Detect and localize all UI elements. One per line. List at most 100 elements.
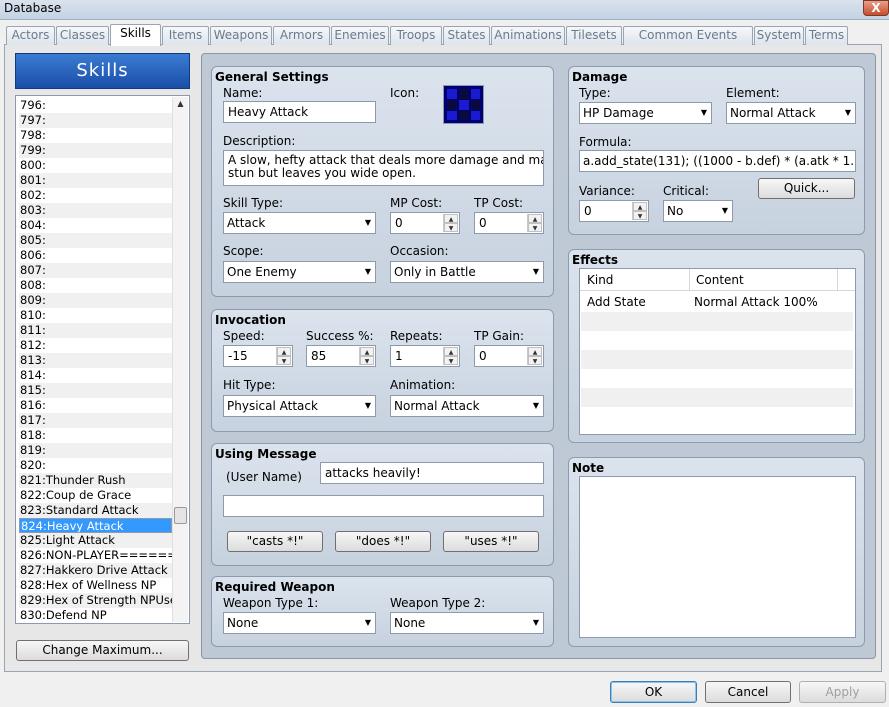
spinner-arrows-icon[interactable]: ▲ ▼ — [527, 214, 542, 232]
spinner-arrows-icon[interactable]: ▲ ▼ — [443, 214, 458, 232]
tab-enemies[interactable]: Enemies — [331, 26, 389, 45]
close-button[interactable]: X — [863, 0, 889, 16]
weapon-type-2-select[interactable]: None ▼ — [390, 612, 544, 634]
critical-select[interactable]: No ▼ — [663, 200, 733, 222]
table-row[interactable] — [581, 388, 853, 407]
scope-select[interactable]: One Enemy ▼ — [223, 261, 376, 283]
list-item[interactable]: 822:Coup de Grace — [19, 488, 172, 503]
quick-button[interactable]: Quick... — [758, 178, 855, 199]
tab-tilesets[interactable]: Tilesets — [566, 26, 622, 45]
list-item[interactable]: 810: — [19, 308, 172, 323]
ok-button[interactable]: OK — [610, 681, 697, 703]
list-item[interactable]: 797: — [19, 113, 172, 128]
list-item[interactable]: 812: — [19, 338, 172, 353]
hit-type-select[interactable]: Physical Attack ▼ — [223, 395, 376, 417]
skill-type-select[interactable]: Attack ▼ — [223, 212, 376, 234]
skill-list-scrollbar[interactable]: ▲ — [172, 97, 188, 622]
does-button[interactable]: "does *!" — [335, 531, 431, 552]
effects-table[interactable]: Kind Content Add State Normal Attack 100… — [579, 268, 856, 435]
list-item[interactable]: 815: — [19, 383, 172, 398]
list-item[interactable]: 798: — [19, 128, 172, 143]
table-row[interactable] — [581, 312, 853, 331]
spinner-arrows-icon[interactable]: ▲ ▼ — [632, 202, 647, 220]
list-item[interactable]: 829:Hex of Strength NPUse — [19, 593, 172, 608]
table-row[interactable] — [581, 369, 853, 388]
list-item[interactable]: 814: — [19, 368, 172, 383]
repeats-spinner[interactable]: 1 ▲ ▼ — [390, 345, 460, 367]
animation-select[interactable]: Normal Attack ▼ — [390, 395, 544, 417]
spinner-arrows-icon[interactable]: ▲ ▼ — [276, 347, 291, 365]
list-item[interactable]: 826:NON-PLAYER========== — [19, 548, 172, 563]
list-item[interactable]: 801: — [19, 173, 172, 188]
list-item[interactable]: 820: — [19, 458, 172, 473]
message-line-2-input[interactable] — [223, 495, 544, 517]
table-row[interactable] — [581, 350, 853, 369]
tab-items[interactable]: Items — [162, 26, 209, 45]
list-item[interactable]: 799: — [19, 143, 172, 158]
uses-button[interactable]: "uses *!" — [443, 531, 539, 552]
note-textarea[interactable] — [579, 476, 856, 638]
spinner-arrows-icon[interactable]: ▲ ▼ — [443, 347, 458, 365]
list-item[interactable]: 807: — [19, 263, 172, 278]
scroll-thumb[interactable] — [174, 507, 187, 524]
list-item[interactable]: 803: — [19, 203, 172, 218]
list-item[interactable]: 830:Defend NP — [19, 608, 172, 623]
list-item[interactable]: 825:Light Attack — [19, 533, 172, 548]
list-item[interactable]: 802: — [19, 188, 172, 203]
table-row[interactable]: Add State Normal Attack 100% — [581, 293, 853, 312]
list-item[interactable]: 806: — [19, 248, 172, 263]
scroll-up-icon[interactable]: ▲ — [175, 99, 186, 110]
table-row[interactable] — [581, 407, 853, 426]
list-item[interactable]: 823:Standard Attack — [19, 503, 172, 518]
speed-spinner[interactable]: -15 ▲ ▼ — [223, 345, 293, 367]
name-input[interactable]: Heavy Attack — [223, 101, 376, 123]
cancel-button[interactable]: Cancel — [705, 681, 791, 703]
tab-terms[interactable]: Terms — [805, 26, 848, 45]
tab-skills[interactable]: Skills — [110, 24, 161, 46]
tp-cost-spinner[interactable]: 0 ▲ ▼ — [474, 212, 544, 234]
spinner-arrows-icon[interactable]: ▲ ▼ — [527, 347, 542, 365]
list-item[interactable]: 808: — [19, 278, 172, 293]
damage-type-select[interactable]: HP Damage ▼ — [579, 102, 712, 124]
list-item[interactable]: 828:Hex of Wellness NP — [19, 578, 172, 593]
skill-list[interactable]: ▲ 796: 797: 798: 799: 800: 801: 802: 803: 804: 80… — [15, 95, 190, 624]
formula-input[interactable]: a.add_state(131); ((1000 - b.def) * (a.a… — [579, 150, 856, 172]
list-item[interactable]: 819: — [19, 443, 172, 458]
list-item[interactable]: 824:Heavy Attack — [19, 518, 172, 533]
casts-button[interactable]: "casts *!" — [227, 531, 323, 552]
tab-troops[interactable]: Troops — [390, 26, 442, 45]
tab-states[interactable]: States — [443, 26, 490, 45]
kind-column-header[interactable]: Kind — [587, 273, 613, 287]
list-item[interactable]: 804: — [19, 218, 172, 233]
list-item[interactable]: 827:Hakkero Drive Attack — [19, 563, 172, 578]
list-item[interactable]: 817: — [19, 413, 172, 428]
list-item[interactable]: 821:Thunder Rush — [19, 473, 172, 488]
description-input[interactable]: A slow, hefty attack that deals more dam… — [223, 150, 544, 186]
element-select[interactable]: Normal Attack ▼ — [726, 102, 856, 124]
list-item[interactable]: 800: — [19, 158, 172, 173]
tab-classes[interactable]: Classes — [56, 26, 109, 45]
spinner-arrows-icon[interactable]: ▲ ▼ — [359, 347, 374, 365]
table-row[interactable] — [581, 331, 853, 350]
list-item[interactable]: 811: — [19, 323, 172, 338]
list-item[interactable]: 805: — [19, 233, 172, 248]
variance-spinner[interactable]: 0 ▲ ▼ — [579, 200, 649, 222]
icon-picker[interactable] — [443, 85, 484, 124]
list-item[interactable]: 809: — [19, 293, 172, 308]
list-item[interactable]: 816: — [19, 398, 172, 413]
tab-system[interactable]: System — [754, 26, 804, 45]
tp-gain-spinner[interactable]: 0 ▲ ▼ — [474, 345, 544, 367]
apply-button[interactable]: Apply — [799, 681, 886, 703]
tab-animations[interactable]: Animations — [491, 26, 565, 45]
tab-weapons[interactable]: Weapons — [210, 26, 272, 45]
message-line-1-input[interactable]: attacks heavily! — [320, 462, 544, 484]
tab-actors[interactable]: Actors — [6, 26, 55, 45]
success-spinner[interactable]: 85 ▲ ▼ — [306, 345, 376, 367]
list-item[interactable]: 818: — [19, 428, 172, 443]
list-item[interactable]: 796: — [19, 98, 172, 113]
change-maximum-button[interactable]: Change Maximum... — [16, 640, 189, 661]
content-column-header[interactable]: Content — [696, 273, 744, 287]
tab-common-events[interactable]: Common Events — [623, 26, 753, 45]
occasion-select[interactable]: Only in Battle ▼ — [390, 261, 544, 283]
list-item[interactable]: 813: — [19, 353, 172, 368]
